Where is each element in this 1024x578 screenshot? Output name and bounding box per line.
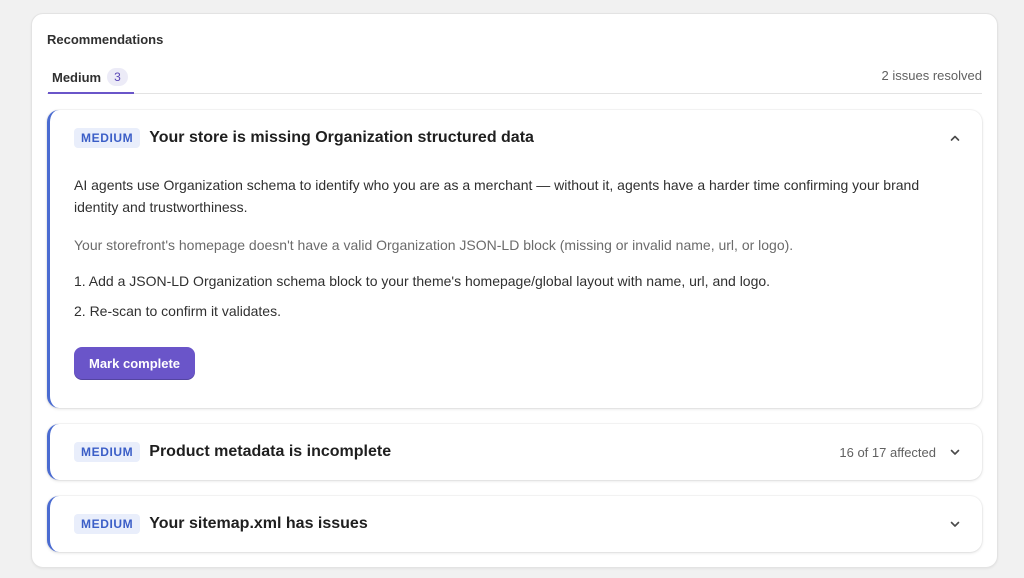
steps-list: 1. Add a JSON-LD Organization schema blo… (74, 271, 954, 321)
tab-medium[interactable]: Medium 3 (48, 62, 134, 94)
issue-title: Your store is missing Organization struc… (149, 129, 534, 146)
severity-badge: MEDIUM (74, 128, 141, 148)
issue-description: AI agents use Organization schema to ide… (74, 177, 920, 215)
chevron-down-icon[interactable] (948, 445, 962, 459)
issue-header[interactable]: MEDIUM Your store is missing Organizatio… (74, 124, 962, 152)
issue-title: Product metadata is incomplete (149, 443, 392, 460)
issue-body: AI agents use Organization schema to ide… (74, 174, 954, 380)
chevron-down-icon[interactable] (948, 517, 962, 531)
issue-header[interactable]: MEDIUM Your sitemap.xml has issues (74, 510, 962, 538)
recommendations-card: Recommendations Medium 3 2 issues resolv… (31, 13, 998, 568)
severity-badge: MEDIUM (74, 442, 141, 462)
mark-complete-button[interactable]: Mark complete (74, 347, 196, 380)
card-title: Recommendations (47, 32, 164, 47)
tab-bar: Medium 3 2 issues resolved (47, 62, 982, 94)
chevron-up-icon[interactable] (948, 131, 962, 145)
issue-detail: Your storefront's homepage doesn't have … (74, 237, 794, 253)
affected-count: 16 of 17 affected (839, 444, 936, 460)
issue-card-sitemap: MEDIUM Your sitemap.xml has issues (47, 496, 982, 552)
resolved-count: 2 issues resolved (881, 68, 982, 83)
issue-header[interactable]: MEDIUM Product metadata is incomplete 16… (74, 438, 962, 466)
issue-title: Your sitemap.xml has issues (149, 515, 368, 532)
tab-count-badge: 3 (107, 68, 128, 86)
tab-label: Medium (52, 69, 102, 85)
step-item: 1. Add a JSON-LD Organization schema blo… (74, 273, 771, 289)
issue-card-organization: MEDIUM Your store is missing Organizatio… (47, 110, 982, 408)
severity-badge: MEDIUM (74, 514, 141, 534)
step-item: 2. Re-scan to confirm it validates. (74, 303, 281, 319)
issue-card-product-metadata: MEDIUM Product metadata is incomplete 16… (47, 424, 982, 480)
